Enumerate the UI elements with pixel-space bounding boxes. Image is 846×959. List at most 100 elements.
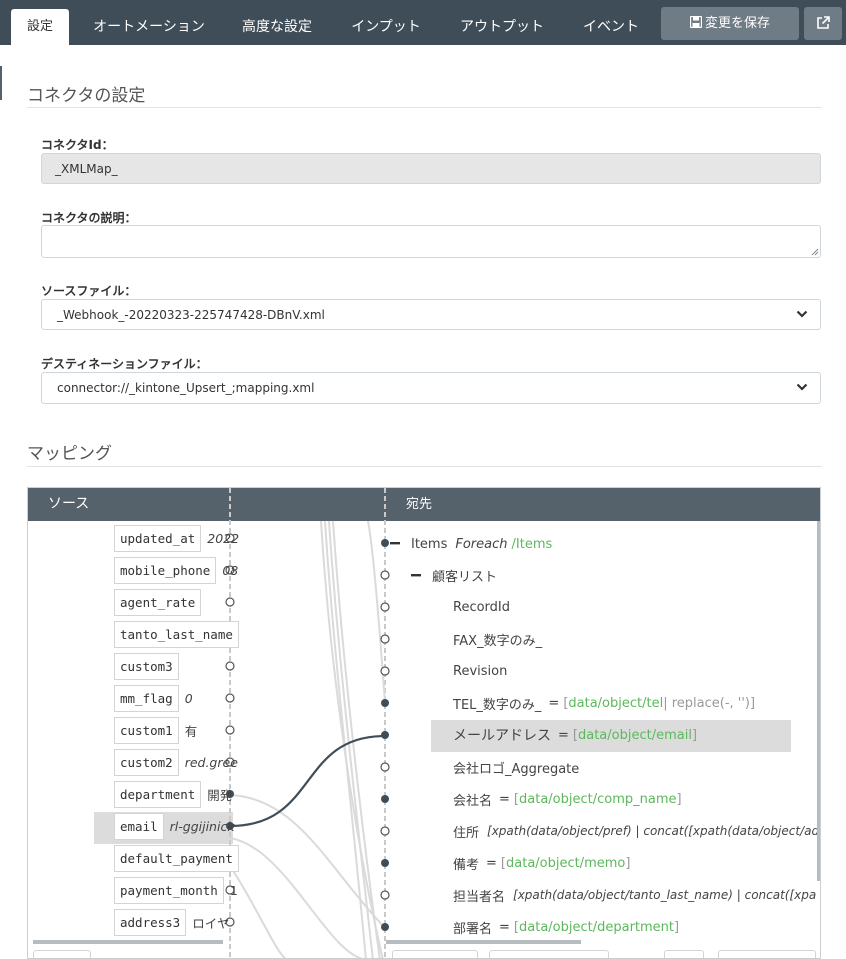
destination-row[interactable]: TEL_数字のみ_ = [data/object/tel | replace(-… [453, 691, 755, 715]
source-field-name: agent_rate [114, 589, 202, 616]
source-file-select[interactable]: _Webhook_-20220323-225747428-DBnV.xml [41, 299, 821, 330]
mapping-xpath: data/object/email [577, 727, 692, 743]
destination-label: Revision [453, 663, 508, 679]
foreach-xpath: /Items [511, 536, 553, 552]
bottom-toolbar-button[interactable] [664, 950, 704, 958]
destination-label: 会社名 [453, 793, 493, 809]
source-field-value: red.gree [184, 755, 238, 770]
destination-label: FAX_数字のみ_ [453, 633, 543, 649]
source-field-row[interactable]: email rl-ggijinick [114, 813, 235, 840]
divider [27, 466, 822, 467]
tab-automation[interactable]: オートメーション [82, 0, 216, 45]
source-field-name: default_payment [114, 845, 239, 872]
destination-horizontal-scrollbar[interactable] [386, 940, 581, 944]
destination-row[interactable]: 会社ロゴ_Aggregate [453, 755, 579, 779]
source-field-name: custom1 [114, 717, 179, 744]
destination-label: RecordId [453, 599, 511, 615]
equals-sign: = [499, 919, 510, 935]
mapping-xpath: data/object/memo [506, 855, 626, 871]
bracket: ] [750, 695, 756, 711]
bottom-toolbar-button[interactable] [392, 950, 478, 958]
bracket: ] [625, 855, 631, 871]
bottom-toolbar-button[interactable] [33, 950, 91, 958]
destination-row-items[interactable]: Items Foreach /Items [411, 532, 552, 556]
destination-label: 備考 [453, 857, 480, 873]
destination-row[interactable]: 部署名 = [data/object/department] [453, 915, 679, 939]
mapping-expression: [xpath(data/object/pref) | concat([xpath… [487, 824, 818, 838]
destination-file-label: デスティネーションファイル： [41, 357, 208, 371]
source-field-row[interactable]: address3 ロイヤ [114, 909, 229, 936]
floppy-disk-icon [689, 15, 703, 29]
destination-file-select[interactable]: connector://_kintone_Upsert_;mapping.xml [41, 372, 821, 404]
destination-row[interactable]: RecordId [453, 595, 510, 619]
tab-advanced[interactable]: 高度な設定 [231, 0, 323, 45]
destination-row-selected[interactable]: メールアドレス = [data/object/email] [453, 723, 697, 747]
source-field-value: 有 [184, 724, 198, 739]
source-field-value: 08 [222, 563, 239, 578]
source-horizontal-scrollbar[interactable] [33, 940, 223, 944]
source-field-name: department [114, 781, 202, 808]
connector-description-input[interactable] [41, 225, 821, 258]
bracket: ] [691, 727, 698, 743]
chevron-down-icon [796, 383, 808, 391]
connector-settings-title: コネクタの設定 [27, 86, 146, 106]
connector-id-field: _XMLMap_ [41, 153, 821, 184]
chevron-down-icon [796, 310, 808, 318]
destination-row[interactable]: 備考 = [data/object/memo] [453, 851, 630, 875]
destination-label: 部署名 [453, 921, 493, 937]
destination-row[interactable]: 担当者名 [xpath(data/object/tanto_last_name)… [453, 883, 818, 907]
resize-handle-icon[interactable] [811, 248, 819, 256]
mapping-xpath: data/object/comp_name [519, 791, 677, 807]
source-field-name: custom3 [114, 653, 179, 680]
destination-label: 住所 [453, 825, 480, 841]
source-field-row[interactable]: mm_flag 0 [114, 685, 193, 712]
destination-label: 会社ロゴ_Aggregate [453, 761, 580, 777]
source-field-row[interactable]: custom3 [114, 653, 185, 680]
equals-sign: = [486, 855, 497, 871]
mapping-expression: [xpath(data/object/tanto_last_name) | co… [513, 888, 817, 902]
tab-input[interactable]: インプット [340, 0, 432, 45]
source-field-row[interactable]: custom1 有 [114, 717, 197, 744]
destination-row[interactable]: FAX_数字のみ_ [453, 627, 542, 651]
tab-events[interactable]: イベント [572, 0, 650, 45]
destination-label: メールアドレス [453, 728, 551, 744]
equals-sign: = [548, 695, 560, 711]
source-field-row[interactable]: payment_month 1 [114, 877, 238, 904]
save-button-label: 変更を保存 [704, 16, 770, 31]
save-button[interactable]: 変更を保存 [661, 7, 799, 40]
source-field-row[interactable]: tanto_last_name [114, 621, 245, 648]
connector-description-label: コネクタの説明： [41, 211, 137, 225]
source-field-row[interactable]: mobile_phone 08 [114, 557, 238, 584]
source-field-value: 開発 [207, 788, 233, 803]
bottom-toolbar-button[interactable] [718, 950, 816, 958]
bracket: ] [676, 791, 682, 807]
tab-output[interactable]: アウトプット [449, 0, 555, 45]
source-field-name: updated_at [114, 525, 202, 552]
source-field-value: rl-ggijinick [169, 819, 235, 834]
source-field-name: address3 [114, 909, 187, 936]
bottom-toolbar-button[interactable] [489, 950, 609, 958]
destination-row[interactable]: 住所 [xpath(data/object/pref) | concat([xp… [453, 819, 818, 843]
destination-vertical-scrollbar[interactable] [817, 521, 820, 881]
mapping-panel: ソース 宛先 updated_at 2022 mobile_phone 08 a… [27, 487, 821, 959]
mapping-title: マッピング [27, 444, 112, 464]
source-field-row[interactable]: agent_rate [114, 589, 207, 616]
source-field-row[interactable]: department 開発 [114, 781, 232, 808]
mapping-xpath: data/object/department [519, 919, 675, 935]
source-field-value: 0 [184, 691, 193, 706]
open-external-button[interactable] [804, 7, 842, 40]
tab-settings[interactable]: 設定 [11, 9, 69, 45]
source-field-name: email [114, 813, 164, 840]
source-file-label: ソースファイル： [41, 284, 137, 298]
destination-label: TEL_数字のみ_ [453, 697, 542, 713]
destination-row[interactable]: Revision [453, 659, 507, 683]
source-field-name: custom2 [114, 749, 179, 776]
destination-row[interactable]: 会社名 = [data/object/comp_name] [453, 787, 682, 811]
source-field-row[interactable]: updated_at 2022 [114, 525, 239, 552]
source-field-row[interactable]: custom2 red.gree [114, 749, 238, 776]
source-field-name: payment_month [114, 877, 224, 904]
equals-sign: = [499, 791, 510, 807]
destination-row-customer-list[interactable]: 顧客リスト [432, 563, 497, 587]
source-field-name: mm_flag [114, 685, 179, 712]
source-field-row[interactable]: default_payment [114, 845, 245, 872]
